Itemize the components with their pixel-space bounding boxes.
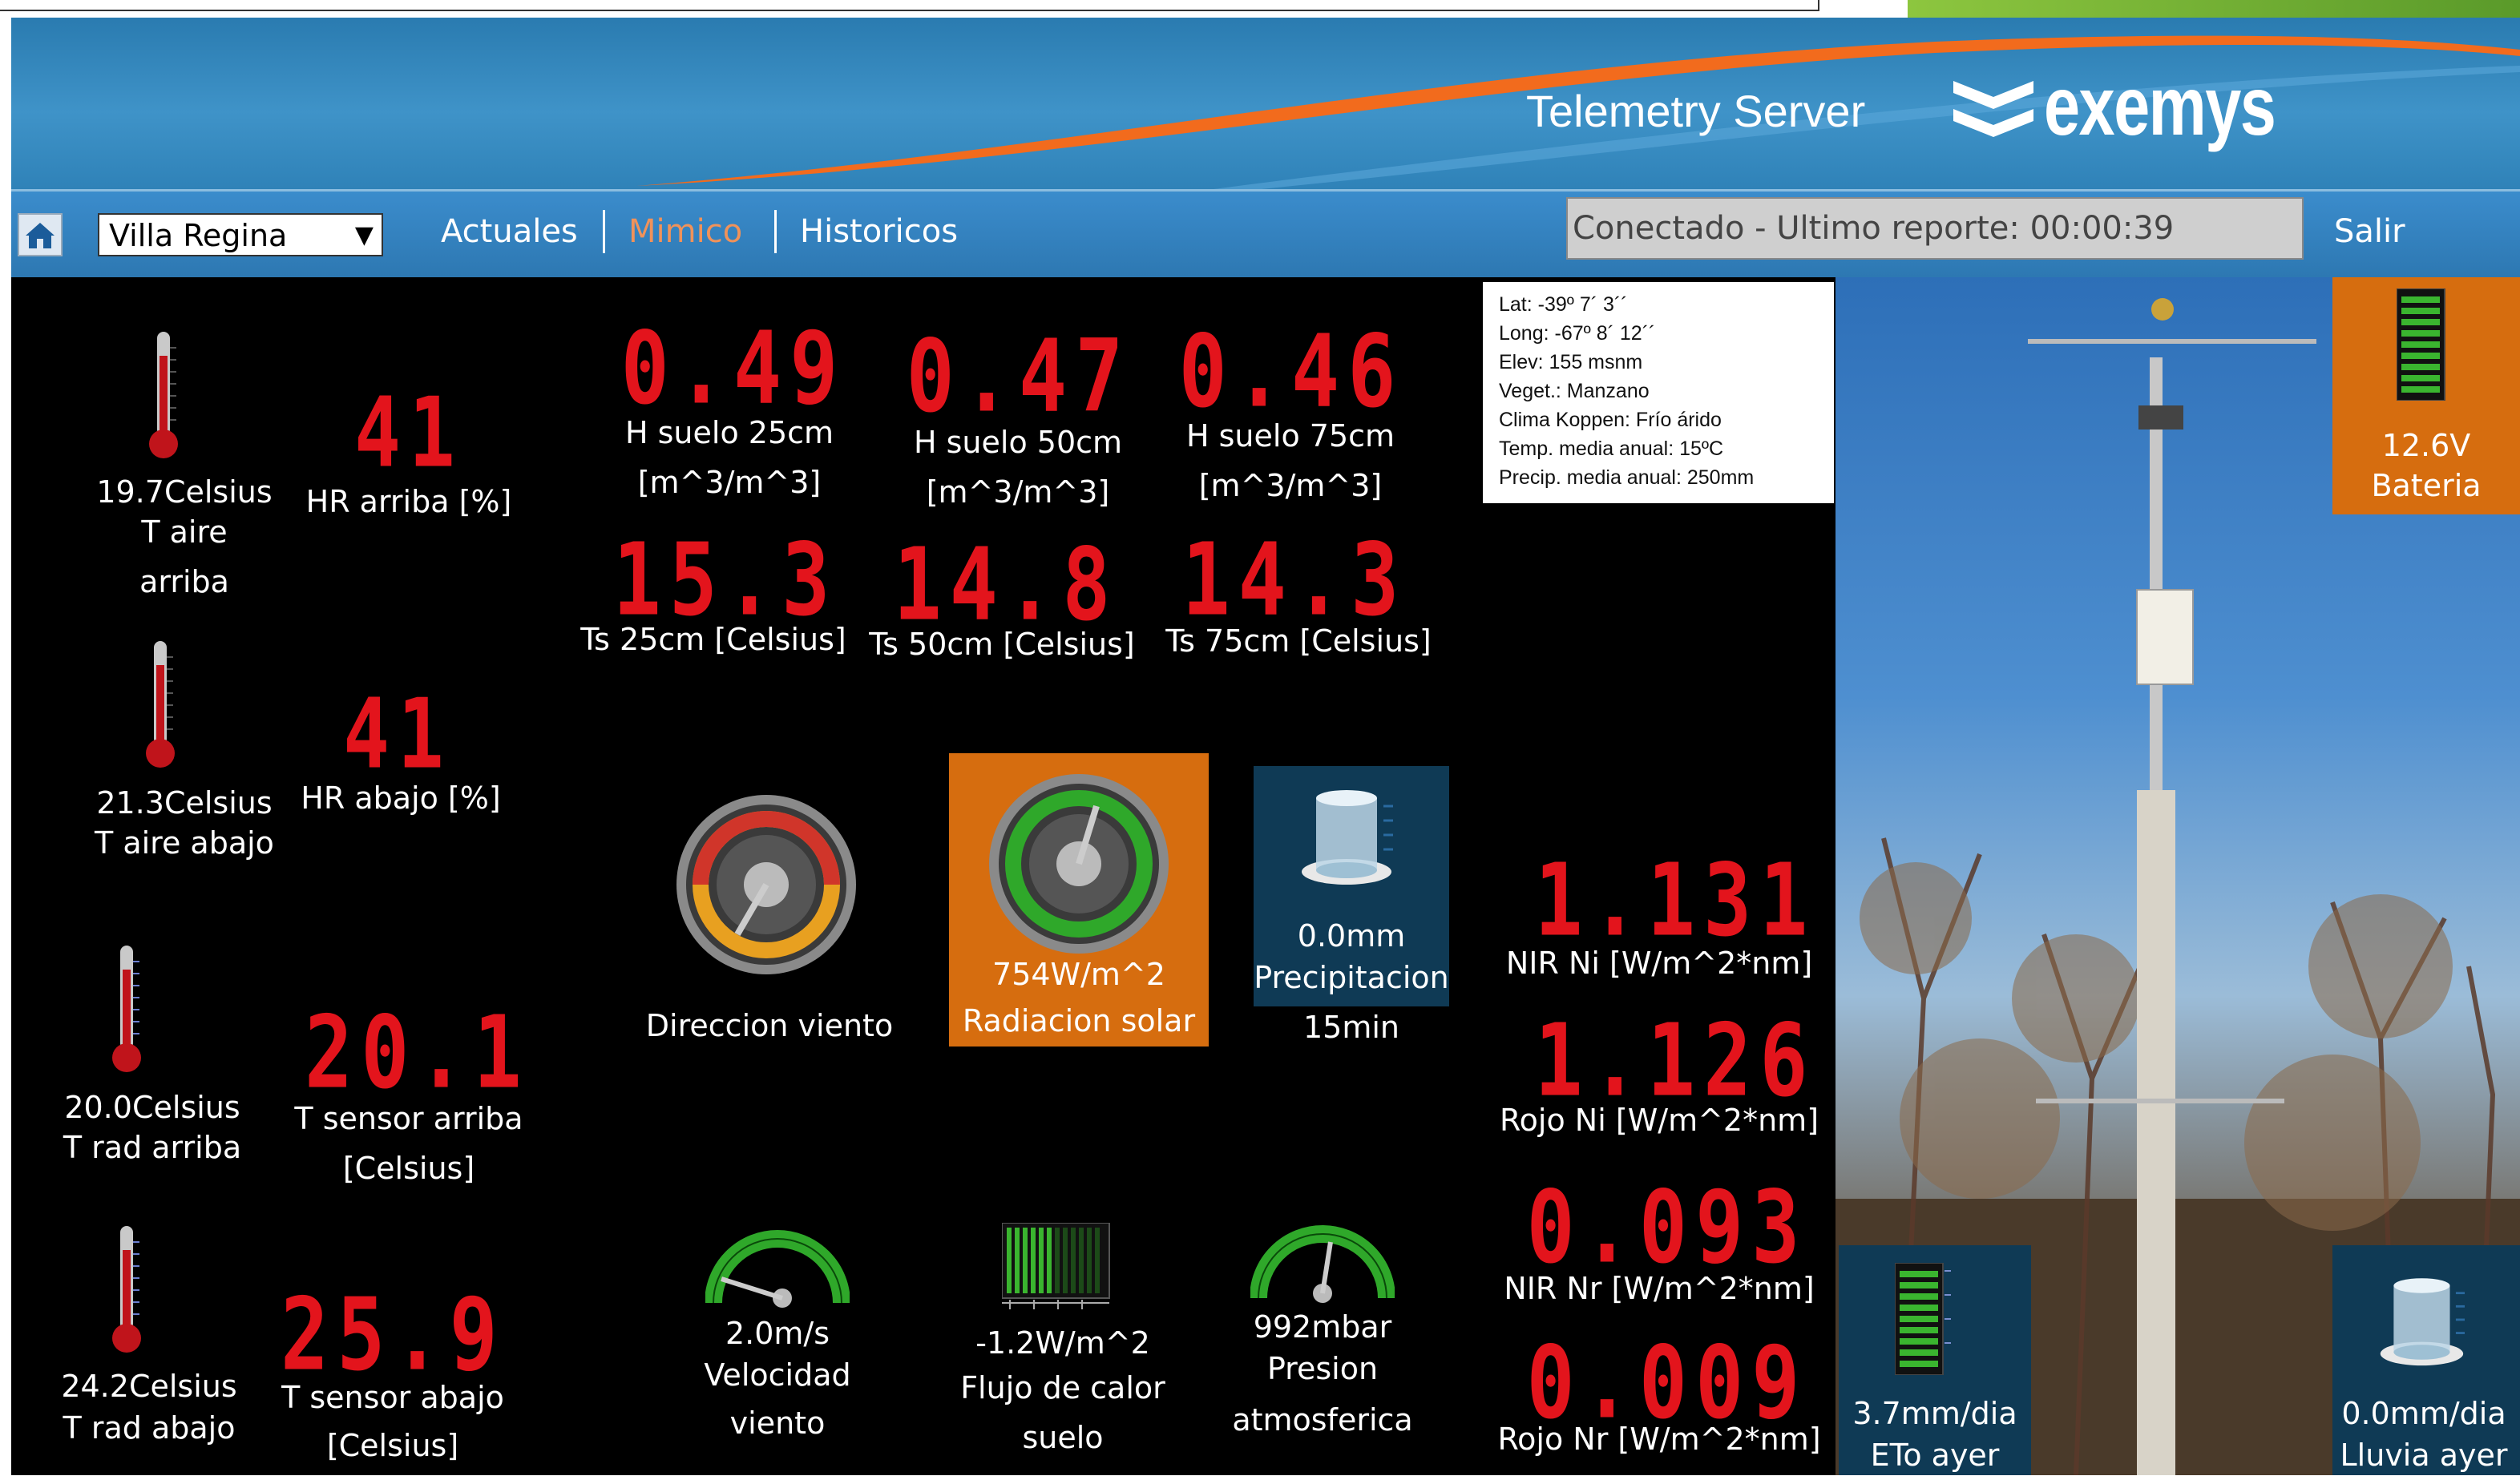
t-aire-arriba-value: 19.7Celsius (96, 474, 273, 510)
h-suelo-50-label: H suelo 50cm (913, 425, 1123, 460)
thermometer-icon (149, 332, 178, 458)
t-aire-arriba-label: T aire (141, 514, 228, 550)
h-suelo-25-led: 0.49 (620, 309, 846, 427)
precipitation-period: 15min (1302, 1010, 1399, 1045)
nav-separator (603, 210, 605, 253)
t-sensor-abajo-unit: [Celsius] (326, 1428, 459, 1463)
hr-abajo-label: HR abajo [%] (301, 780, 501, 816)
thermometer-icon (112, 946, 141, 1072)
info-line: Veget.: Manzano (1499, 380, 1650, 402)
heat-flux-meter-icon (1002, 1223, 1110, 1309)
rain-gauge-icon (1302, 790, 1393, 885)
nav-separator (774, 210, 777, 253)
t-rad-abajo-label: T rad abajo (63, 1410, 236, 1446)
hr-arriba-label: HR arriba [%] (305, 484, 512, 519)
t-rad-arriba-label: T rad arriba (63, 1130, 242, 1165)
precipitation-value: 0.0mm (1297, 918, 1406, 954)
nav-link-historicos[interactable]: Historicos (800, 213, 958, 250)
info-line: Long: -67º 8´ 12´´ (1499, 322, 1656, 345)
nav-link-actuales[interactable]: Actuales (441, 213, 578, 250)
connection-status: Conectado - Ultimo reporte: 00:00:39 (1566, 197, 2304, 260)
app-header: Telemetry Server exemys (11, 18, 2520, 189)
heat-flux-label2: suelo (1022, 1420, 1104, 1455)
wind-direction-label: Direccion viento (645, 1008, 894, 1043)
info-line: Precip. media anual: 250mm (1499, 466, 1755, 489)
top-green-band (1908, 0, 2520, 18)
nir-nr-label: NIR Nr [W/m^2*nm] (1504, 1271, 1815, 1306)
chevron-down-icon: ▼ (354, 221, 374, 249)
hr-arriba-led: 41 (354, 377, 463, 489)
eto-value: 3.7mm/dia (1852, 1396, 2017, 1431)
battery-label: Bateria (2371, 468, 2482, 503)
precipitation-label: Precipitacion (1254, 960, 1449, 995)
h-suelo-25-unit: [m^3/m^3] (637, 465, 822, 500)
wind-direction-gauge-icon (676, 795, 856, 974)
battery-value: 12.6V (2381, 428, 2471, 463)
info-line: Lat: -39º 7´ 3´´ (1499, 293, 1628, 316)
wind-speed-gauge-icon (705, 1230, 850, 1308)
solar-radiation-label: Radiacion solar (962, 1003, 1196, 1038)
t-sensor-arriba-unit: [Celsius] (342, 1151, 475, 1186)
h-suelo-75-unit: [m^3/m^3] (1198, 468, 1383, 503)
t-aire-arriba-label2: arriba (139, 564, 229, 599)
logout-link[interactable]: Salir (2334, 213, 2405, 250)
ts-75-label: Ts 75cm [Celsius] (1165, 623, 1432, 659)
ts-25-label: Ts 25cm [Celsius] (580, 622, 846, 657)
nir-ni-label: NIR Ni [W/m^2*nm] (1505, 946, 1813, 981)
h-suelo-50-led: 0.47 (906, 317, 1132, 435)
pressure-value: 992mbar (1253, 1309, 1392, 1345)
rojo-ni-label: Rojo Ni [W/m^2*nm] (1499, 1103, 1819, 1138)
thermometer-icon (146, 641, 175, 768)
connection-status-text: Conectado - Ultimo reporte: 00:00:39 (1573, 210, 2175, 247)
hr-abajo-led: 41 (343, 678, 452, 790)
t-sensor-abajo-led: 25.9 (281, 1276, 506, 1393)
heat-flux-label: Flujo de calor (960, 1370, 1165, 1405)
station-info-box: Lat: -39º 7´ 3´´ Long: -67º 8´ 12´´ Elev… (1483, 282, 1834, 503)
info-line: Clima Koppen: Frío árido (1499, 409, 1722, 431)
eto-level-icon (1895, 1263, 1951, 1375)
rain-yesterday-label: Lluvia ayer (2340, 1438, 2508, 1473)
t-aire-abajo-label: T aire abajo (95, 825, 274, 861)
t-rad-arriba-value: 20.0Celsius (64, 1090, 240, 1125)
wind-speed-label: Velocidad (704, 1357, 851, 1393)
station-select-value: Villa Regina (109, 218, 288, 253)
h-suelo-75-label: H suelo 75cm (1185, 418, 1395, 454)
wind-speed-value: 2.0m/s (725, 1316, 830, 1351)
heat-flux-value: -1.2W/m^2 (975, 1325, 1150, 1361)
wind-speed-label2: viento (729, 1405, 826, 1441)
rain-yesterday-value: 0.0mm/dia (2341, 1396, 2506, 1431)
pressure-label: Presion (1266, 1351, 1379, 1386)
solar-radiation-gauge-icon (989, 774, 1169, 954)
t-sensor-arriba-label: T sensor arriba (294, 1101, 523, 1136)
h-suelo-75-led: 0.46 (1178, 313, 1404, 430)
battery-icon (2397, 288, 2445, 401)
t-rad-abajo-value: 24.2Celsius (61, 1369, 237, 1404)
h-suelo-25-label: H suelo 25cm (624, 415, 834, 450)
nav-link-mimico[interactable]: Mimico (628, 213, 742, 250)
station-select[interactable]: Villa Regina ▼ (98, 213, 383, 256)
pressure-gauge-icon (1250, 1225, 1395, 1303)
home-icon (26, 223, 55, 248)
home-button[interactable] (18, 213, 63, 256)
thermometer-icon (112, 1226, 141, 1353)
info-line: Temp. media anual: 15ºC (1499, 438, 1724, 460)
exemys-mark-icon (1953, 81, 2033, 137)
t-sensor-abajo-label: T sensor abajo (281, 1380, 504, 1415)
t-aire-abajo-value: 21.3Celsius (96, 785, 273, 821)
h-suelo-50-unit: [m^3/m^3] (926, 474, 1110, 510)
nir-ni-led: 1.131 (1534, 841, 1816, 959)
pressure-label2: atmosferica (1232, 1402, 1413, 1438)
t-sensor-arriba-led: 20.1 (305, 994, 530, 1111)
eto-label: ETo ayer (1870, 1438, 2000, 1473)
product-title: Telemetry Server (1526, 86, 1866, 136)
solar-radiation-value: 754W/m^2 (992, 957, 1165, 992)
rojo-nr-label: Rojo Nr [W/m^2*nm] (1497, 1422, 1821, 1457)
top-frame-line (0, 0, 1819, 11)
rain-gauge-icon (2380, 1278, 2465, 1366)
ts-50-label: Ts 50cm [Celsius] (869, 627, 1135, 662)
info-line: Elev: 155 msnm (1499, 351, 1643, 373)
brand-name: exemys (2044, 60, 2276, 153)
